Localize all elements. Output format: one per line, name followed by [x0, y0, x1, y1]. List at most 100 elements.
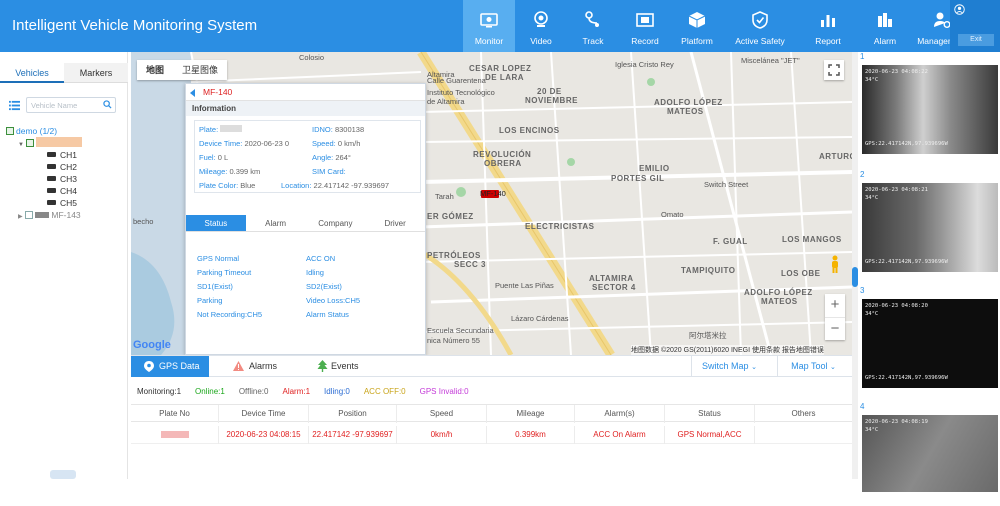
- nav-video[interactable]: Video: [515, 0, 567, 52]
- field-value: 0.399 km: [229, 167, 261, 176]
- sidebar-tabs: Vehicles Markers: [0, 63, 128, 83]
- channel-item[interactable]: CH3: [6, 173, 82, 185]
- vehicle-checkbox[interactable]: [25, 211, 33, 219]
- zoom-in-button[interactable]: +: [825, 294, 845, 317]
- fullscreen-button[interactable]: [824, 60, 844, 80]
- exit-button[interactable]: Exit: [958, 34, 994, 46]
- status-item: Parking Timeout: [197, 268, 252, 277]
- tab-alarms[interactable]: Alarms: [223, 356, 293, 377]
- vehicle-icon: [35, 212, 49, 218]
- map-label: OBRERA: [484, 159, 522, 168]
- tab-status[interactable]: Status: [186, 215, 246, 231]
- user-icon[interactable]: [954, 4, 965, 15]
- column-header[interactable]: Status: [665, 405, 755, 423]
- vehicle-label: MF-143: [51, 210, 81, 220]
- column-header[interactable]: Mileage: [487, 405, 575, 423]
- tab-label: Events: [331, 361, 359, 371]
- vehicle-marker-label: MF-140: [480, 189, 506, 198]
- map-type-map[interactable]: 地图: [137, 60, 173, 80]
- tab-events[interactable]: Events: [309, 356, 379, 377]
- channel-item[interactable]: CH2: [6, 161, 82, 173]
- map-copyright: 地图数据 ©2020 GS(2011)6020 INEGI 使用条款 报告地图错…: [631, 345, 824, 355]
- nav-monitor[interactable]: Monitor: [463, 0, 515, 52]
- map-label: de Altamira: [427, 97, 465, 106]
- channel-item[interactable]: CH4: [6, 185, 82, 197]
- map-type-satellite[interactable]: 卫星图像: [173, 60, 227, 80]
- map-label: LOS OBE: [781, 269, 821, 278]
- nav-alarm[interactable]: Alarm: [859, 0, 911, 52]
- group-checkbox[interactable]: [6, 127, 14, 135]
- street-view-pegman-icon[interactable]: [829, 255, 841, 273]
- top-bar: Intelligent Vehicle Monitoring System Mo…: [0, 0, 1000, 52]
- camera-gps: GPS:22.417142N,97.939696W: [865, 259, 948, 265]
- field-value: Blue: [240, 181, 256, 190]
- tab-vehicles[interactable]: Vehicles: [0, 63, 64, 83]
- expand-caret-icon[interactable]: ▶: [18, 214, 23, 220]
- vehicle-checkbox[interactable]: [26, 139, 35, 147]
- camera-icon: [47, 176, 56, 181]
- column-header[interactable]: Plate No: [131, 405, 219, 423]
- tab-alarm[interactable]: Alarm: [246, 215, 306, 231]
- map-label: SECTOR 4: [592, 283, 636, 292]
- field-fuel: Fuel: 0 L: [199, 153, 228, 162]
- nav-record[interactable]: Record: [619, 0, 671, 52]
- zoom-out-button[interactable]: −: [825, 317, 845, 340]
- column-header[interactable]: Alarm(s): [575, 405, 665, 423]
- search-icon[interactable]: [103, 100, 112, 109]
- tab-driver[interactable]: Driver: [365, 215, 425, 231]
- vehicle-name-redacted: [36, 137, 83, 147]
- google-logo: Google: [133, 339, 171, 351]
- status-item: Parking: [197, 296, 223, 305]
- camera-feed-1[interactable]: 1 2020-06-23 04:08:22 34°C GPS:22.417142…: [860, 52, 998, 156]
- vehicle-search-input[interactable]: Vehicle Name: [26, 97, 116, 113]
- count-gps-invalid: GPS Invalid:0: [419, 387, 469, 396]
- column-header[interactable]: Others: [755, 405, 852, 423]
- table-row[interactable]: 2020-06-23 04:08:15 22.417142 -97.939697…: [131, 426, 852, 444]
- tab-gps-data[interactable]: GPS Data: [131, 356, 209, 377]
- nav-report[interactable]: Report: [797, 0, 859, 52]
- switch-map-dropdown[interactable]: Switch Map ⌄: [691, 356, 767, 377]
- tree-vehicle-mf140[interactable]: ▼: [6, 137, 83, 149]
- column-header[interactable]: Device Time: [219, 405, 309, 423]
- map-label: Instituto Tecnológico: [427, 88, 495, 97]
- list-view-icon[interactable]: [9, 100, 20, 111]
- camera-feed-4[interactable]: 4 2020-06-23 04:08:19 34°C: [860, 402, 998, 506]
- map-label: ADOLFO LÓPEZ: [654, 98, 723, 107]
- camera-icon: [47, 164, 56, 169]
- vehicle-info-panel: MF-140 Information Plate: IDNO: 8300138 …: [185, 83, 426, 355]
- nav-track[interactable]: Track: [567, 0, 619, 52]
- terms-link[interactable]: 使用条款: [752, 347, 780, 354]
- info-plate-title: MF-140: [203, 87, 233, 97]
- channel-item[interactable]: CH5: [6, 197, 82, 209]
- nav-active-safety[interactable]: Active Safety: [723, 0, 797, 52]
- field-key: Plate:: [199, 125, 219, 134]
- tab-company[interactable]: Company: [306, 215, 366, 231]
- tree-vehicle-mf143[interactable]: ▶ MF-143: [6, 209, 82, 221]
- map-label: 阿尔塔米拉: [689, 331, 727, 340]
- map-label: NOVIEMBRE: [525, 96, 578, 105]
- collapse-handle[interactable]: [50, 470, 76, 479]
- nav-platform[interactable]: Platform: [671, 0, 723, 52]
- tab-markers[interactable]: Markers: [64, 63, 128, 83]
- alarm-icon: [878, 13, 892, 27]
- map-label: ADOLFO LÓPEZ: [744, 288, 813, 297]
- map-label: LOS MANGOS: [782, 235, 842, 244]
- field-value: 0 L: [217, 153, 229, 162]
- channel-item[interactable]: CH1: [6, 149, 82, 161]
- camera-feed-3[interactable]: 3 2020-06-23 04:08:20 34°C GPS:22.417142…: [860, 286, 998, 390]
- tab-label: Alarms: [249, 361, 278, 371]
- column-header[interactable]: Position: [309, 405, 397, 423]
- map-tool-dropdown[interactable]: Map Tool ⌄: [777, 356, 849, 377]
- nav-label: Alarm: [873, 36, 897, 46]
- bar-chart-icon: [821, 15, 835, 27]
- column-header[interactable]: Speed: [397, 405, 487, 423]
- sidebar: Vehicles Markers Vehicle Name demo (1/2)…: [0, 52, 128, 479]
- tree-group[interactable]: demo (1/2): [6, 125, 82, 137]
- camera-temperature: 34°C: [865, 195, 879, 201]
- vehicle-tree: demo (1/2) ▼ CH1 CH2 CH3 CH4 CH5 ▶ MF-14…: [6, 125, 83, 221]
- map-label: ARTURO: [819, 152, 852, 161]
- camera-feed-2[interactable]: 2 2020-06-23 04:08:21 34°C GPS:22.417142…: [860, 170, 998, 274]
- expand-caret-icon[interactable]: ▼: [18, 142, 24, 148]
- collapse-arrow-icon[interactable]: [190, 89, 195, 97]
- report-error-link[interactable]: 报告地图错误: [782, 347, 824, 354]
